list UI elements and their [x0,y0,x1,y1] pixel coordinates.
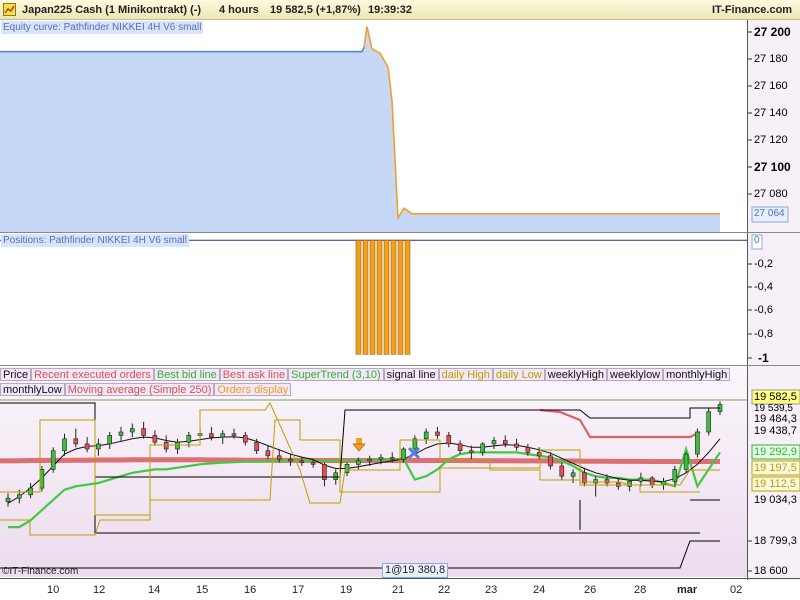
position-bar[interactable] [355,239,362,355]
equity-axis-label: 27 120 [754,134,788,146]
x-axis-label: 10 [47,584,60,596]
equity-pane-title[interactable]: Equity curve: Pathfinder NIKKEI 4H V6 sm… [1,21,204,34]
brand-label[interactable]: IT-Finance.com [712,4,792,16]
legend-signal-line[interactable]: signal line [383,368,439,381]
bid-level-label: 19 292,9 [754,446,797,458]
price-axis-label: 18 600 [754,565,788,577]
legend-best-ask[interactable]: Best ask line [219,368,289,381]
legend-row-1: Price Recent executed orders Best bid line… [0,368,731,382]
daily-low-label: 19 112,5 [754,478,797,490]
order-execution-label[interactable]: 1@19 380,8 [382,563,449,578]
legend-recent-orders[interactable]: Recent executed orders [31,368,154,381]
timeframe-label[interactable]: 4 hours [219,4,259,16]
legend-price[interactable]: Price [0,368,32,381]
legend-daily-low[interactable]: daily Low [492,368,545,381]
x-axis-label: 16 [244,584,257,596]
position-bar[interactable] [362,239,369,355]
position-bar[interactable] [397,239,404,355]
x-axis-label: 24 [533,584,546,596]
candle[interactable] [706,408,712,436]
position-bar[interactable] [390,239,397,355]
legend-monthly-low[interactable]: monthlyLow [0,383,65,396]
positions-axis-label: -1 [758,351,769,365]
x-axis-label: 21 [392,584,405,596]
x-axis-label: 22 [438,584,451,596]
legend-monthly-high[interactable]: monthlyHigh [663,368,731,381]
clock-label: 19:39:32 [368,4,413,16]
equity-axis-label: 27 140 [754,107,788,119]
legend-supertrend[interactable]: SuperTrend (3,10) [288,368,384,381]
price-axis-label: 19 438,7 [754,425,797,437]
x-axis-label: 14 [148,584,161,596]
legend-row-2: monthlyLow Moving average (Simple 250) Ord… [0,383,292,397]
legend-moving-average[interactable]: Moving average (Simple 250) [64,383,215,396]
legend-weekly-high[interactable]: weeklyHigh [544,368,607,381]
candle[interactable] [50,447,56,473]
x-axis-label: 12 [93,584,106,596]
last-price-label: 19 582,5 (+1,87%) [270,4,361,16]
x-axis-label: 02 [730,584,743,596]
chart-canvas[interactable] [0,20,800,600]
equity-axis-label: 27 160 [754,80,788,92]
equity-axis-label: 27 180 [754,53,788,65]
last-price-label: 19 582,5 [754,391,797,403]
position-bar[interactable] [369,239,376,355]
positions-axis-label: 0 [754,235,760,246]
app-logo-icon [3,3,16,16]
positions-axis-label: -0,2 [754,258,773,270]
position-bar[interactable] [376,239,383,355]
copyright-label: ©IT-Finance.com [2,566,79,577]
x-axis-label: 23 [485,584,498,596]
legend-orders-display[interactable]: Orders display [214,383,292,396]
positions-axis-label: -0,4 [754,281,773,293]
positions-pane-title[interactable]: Positions: Pathfinder NIKKEI 4H V6 small [1,234,189,247]
x-axis-label: 19 [340,584,353,596]
x-axis-label: mar [677,584,698,596]
legend-weekly-low[interactable]: weeklylow [607,368,664,381]
daily-high-label: 19 197,5 [754,462,797,474]
x-axis-label: 26 [584,584,597,596]
candle[interactable] [683,452,689,473]
equity-axis-label: 27 200 [754,25,791,39]
price-axis-label: 19 034,3 [754,494,797,506]
legend-daily-high[interactable]: daily High [438,368,493,381]
price-pane[interactable] [0,367,747,577]
position-bar[interactable] [404,239,411,355]
x-axis-label: 17 [292,584,305,596]
candle[interactable] [695,428,700,458]
position-bar[interactable] [383,239,390,355]
equity-current-label: 27 064 [754,208,785,219]
legend-best-bid[interactable]: Best bid line [153,368,220,381]
equity-axis-label: 27 100 [754,160,791,174]
equity-axis-label: 27 080 [754,188,788,200]
instrument-name: Japan225 Cash (1 Minikontrakt) (-) [22,4,202,16]
price-axis-label: 19 484,3 [754,413,797,425]
title-bar: Japan225 Cash (1 Minikontrakt) (-) 4 hou… [0,0,800,20]
x-axis-label: 28 [634,584,647,596]
x-axis-label: 15 [196,584,209,596]
positions-axis-label: -0,6 [754,304,773,316]
price-axis-label: 18 799,3 [754,535,797,547]
positions-axis-label: -0,8 [754,328,773,340]
